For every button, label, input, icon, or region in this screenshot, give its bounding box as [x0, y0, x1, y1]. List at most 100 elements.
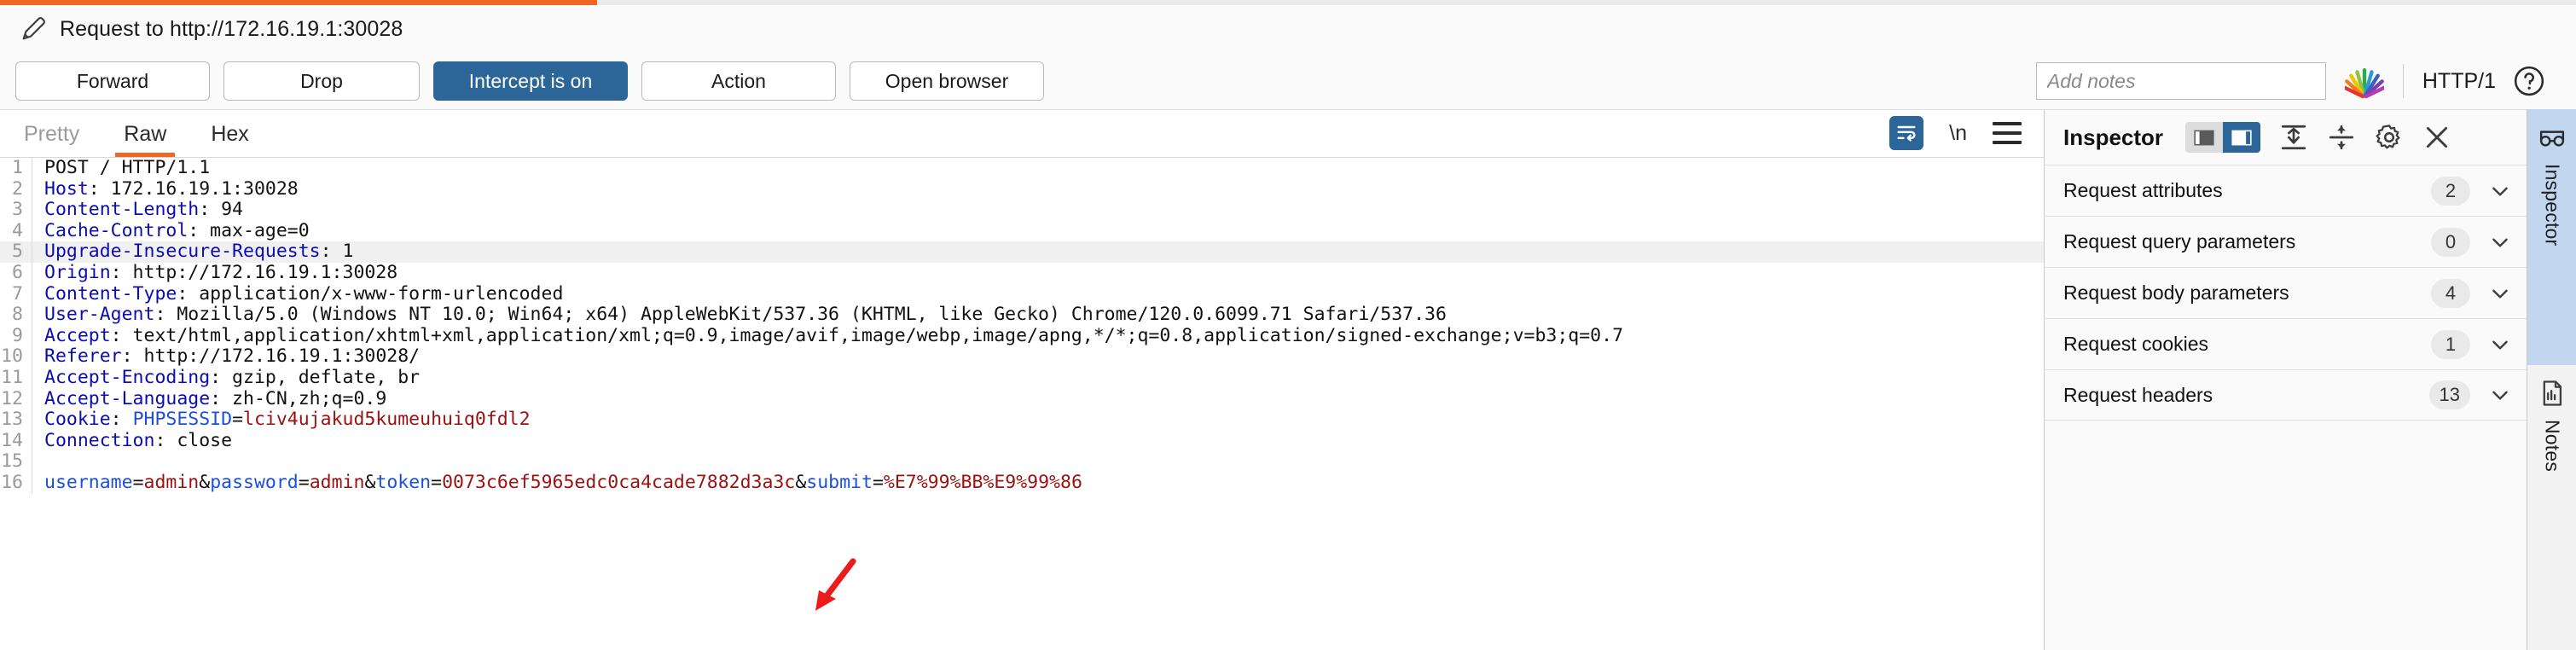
inspector-row[interactable]: Request attributes 2 — [2045, 165, 2527, 216]
token-name: token — [375, 471, 432, 493]
line-number: 5 — [0, 241, 32, 263]
raw-request-editor[interactable]: 1 POST / HTTP/1.1 2 Host: 172.16.19.1:30028… — [0, 158, 2044, 650]
token-hdr: Connection — [44, 429, 155, 451]
inspector-section-list: Request attributes 2 Request query paramet… — [2045, 165, 2527, 421]
request-line[interactable]: 3 Content-Length: 94 — [0, 199, 2044, 221]
token-plain: = — [232, 409, 244, 431]
tab-hex[interactable]: Hex — [207, 122, 252, 157]
token-plain: : max-age=0 — [188, 219, 310, 241]
line-number: 10 — [0, 346, 32, 368]
token-plain: & — [795, 471, 807, 493]
line-number: 4 — [0, 220, 32, 242]
token-plain: & — [364, 471, 376, 493]
inspector-header: Inspector — [2045, 110, 2527, 165]
message-editor-pane: Pretty Raw Hex \n 1 POST / HTTP/1.1 2 Host:… — [0, 109, 2044, 650]
inspector-row[interactable]: Request cookies 1 — [2045, 318, 2527, 369]
proxy-action-bar: Forward Drop Intercept is on Action Open… — [0, 53, 2576, 109]
request-line[interactable]: 1 POST / HTTP/1.1 — [0, 158, 2044, 179]
notes-group: HTTP/1 — [2035, 62, 2561, 100]
token-name: PHPSESSID — [132, 409, 233, 431]
line-content: Referer: http://172.16.19.1:30028/ — [44, 346, 420, 368]
inspector-row-count: 13 — [2428, 380, 2470, 409]
tab-raw[interactable]: Raw — [115, 122, 176, 157]
request-line[interactable]: 2 Host: 172.16.19.1:30028 — [0, 177, 2044, 200]
request-line[interactable]: 5 Upgrade-Insecure-Requests: 1 — [0, 241, 2044, 263]
request-line[interactable]: 8 User-Agent: Mozilla/5.0 (Windows NT 10.… — [0, 304, 2044, 326]
line-number: 8 — [0, 305, 32, 326]
glasses-icon — [2539, 131, 2565, 147]
token-hdr: Origin — [44, 261, 111, 283]
request-line[interactable]: 4 Cache-Control: max-age=0 — [0, 219, 2044, 242]
chevron-down-icon[interactable] — [2489, 282, 2511, 305]
request-line[interactable]: 9 Accept: text/html,application/xhtml+xml… — [0, 325, 2044, 347]
request-line[interactable]: 7 Content-Type: application/x-www-form-ur… — [0, 282, 2044, 305]
layout-left-icon[interactable] — [2185, 122, 2224, 153]
inspector-row-label: Request headers — [2063, 383, 2213, 406]
token-plain: = — [872, 471, 884, 493]
line-content: Accept-Encoding: gzip, deflate, br — [44, 367, 420, 389]
rail-tab-notes[interactable]: Notes — [2527, 365, 2576, 561]
token-val: lciv4ujakud5kumeuhuiq0fdl2 — [243, 409, 531, 431]
rail-tab-inspector-label: Inspector — [2541, 164, 2564, 247]
inspector-row[interactable]: Request headers 13 — [2045, 369, 2527, 421]
newline-icon[interactable]: \n — [1949, 121, 1967, 146]
line-number: 2 — [0, 178, 32, 200]
layout-right-icon[interactable] — [2223, 122, 2261, 153]
request-line[interactable]: 15 — [0, 451, 2044, 473]
token-hdr: Host — [44, 177, 89, 200]
line-content: Content-Length: 94 — [44, 199, 243, 221]
chevron-down-icon[interactable] — [2489, 180, 2511, 202]
request-title-text: Request to http://172.16.19.1:30028 — [60, 16, 403, 41]
inspector-row-label: Request body parameters — [2063, 281, 2289, 304]
chevron-down-icon[interactable] — [2489, 334, 2511, 356]
line-number: 14 — [0, 430, 32, 452]
expand-all-icon[interactable] — [2327, 123, 2356, 152]
inspector-layout-toggle — [2185, 122, 2261, 153]
collapse-all-icon[interactable] — [2279, 123, 2308, 152]
inspector-row[interactable]: Request query parameters 0 — [2045, 216, 2527, 267]
close-icon[interactable] — [2422, 123, 2451, 152]
chevron-down-icon[interactable] — [2489, 384, 2511, 406]
drop-button[interactable]: Drop — [223, 61, 420, 101]
token-plain: : zh-CN,zh;q=0.9 — [210, 387, 387, 409]
request-line[interactable]: 16 username=admin&password=admin&token=00… — [0, 471, 2044, 494]
chevron-down-icon[interactable] — [2489, 231, 2511, 253]
token-val: admin — [309, 471, 365, 493]
gear-icon[interactable] — [2375, 123, 2404, 152]
request-line[interactable]: 12 Accept-Language: zh-CN,zh;q=0.9 — [0, 387, 2044, 410]
token-plain: POST / HTTP/1.1 — [44, 158, 211, 178]
line-content: Accept-Language: zh-CN,zh;q=0.9 — [44, 387, 387, 410]
token-plain: = — [132, 471, 144, 493]
forward-button[interactable]: Forward — [15, 61, 210, 101]
request-line[interactable]: 11 Accept-Encoding: gzip, deflate, br — [0, 367, 2044, 389]
rail-tab-inspector[interactable]: Inspector — [2527, 109, 2576, 365]
help-circle-icon[interactable] — [2513, 65, 2545, 97]
action-button[interactable]: Action — [641, 61, 836, 101]
inspector-panel: Inspector Request attributes 2 Request q… — [2044, 109, 2527, 650]
token-plain: : Mozilla/5.0 (Windows NT 10.0; Win64; x… — [154, 304, 1447, 326]
line-number: 16 — [0, 472, 32, 494]
http-version-label[interactable]: HTTP/1 — [2422, 69, 2496, 94]
request-line[interactable]: 10 Referer: http://172.16.19.1:30028/ — [0, 346, 2044, 368]
hamburger-menu-icon[interactable] — [1993, 122, 2022, 144]
line-number: 7 — [0, 283, 32, 305]
inspector-row-count: 0 — [2431, 227, 2470, 257]
line-content: username=admin&password=admin&token=0073… — [44, 471, 1082, 494]
request-line[interactable]: 6 Origin: http://172.16.19.1:30028 — [0, 261, 2044, 284]
add-notes-input[interactable] — [2035, 62, 2326, 100]
line-number: 6 — [0, 262, 32, 284]
line-number: 3 — [0, 200, 32, 221]
word-wrap-icon[interactable] — [1889, 116, 1924, 150]
token-hdr: Upgrade-Insecure-Requests — [44, 241, 321, 263]
open-browser-button[interactable]: Open browser — [850, 61, 1044, 101]
token-hdr: Cache-Control — [44, 219, 189, 241]
line-content: Origin: http://172.16.19.1:30028 — [44, 261, 397, 284]
request-line[interactable]: 13 Cookie: PHPSESSID=lciv4ujakud5kumeuhui… — [0, 409, 2044, 431]
inspector-row[interactable]: Request body parameters 4 — [2045, 267, 2527, 318]
request-line[interactable]: 14 Connection: close — [0, 429, 2044, 452]
token-plain: : application/x-www-form-urlencoded — [177, 282, 564, 305]
intercept-toggle[interactable]: Intercept is on — [433, 61, 628, 101]
tab-pretty[interactable]: Pretty — [20, 122, 83, 157]
token-plain: : 1 — [320, 241, 354, 263]
toolbar-divider — [2402, 64, 2404, 98]
